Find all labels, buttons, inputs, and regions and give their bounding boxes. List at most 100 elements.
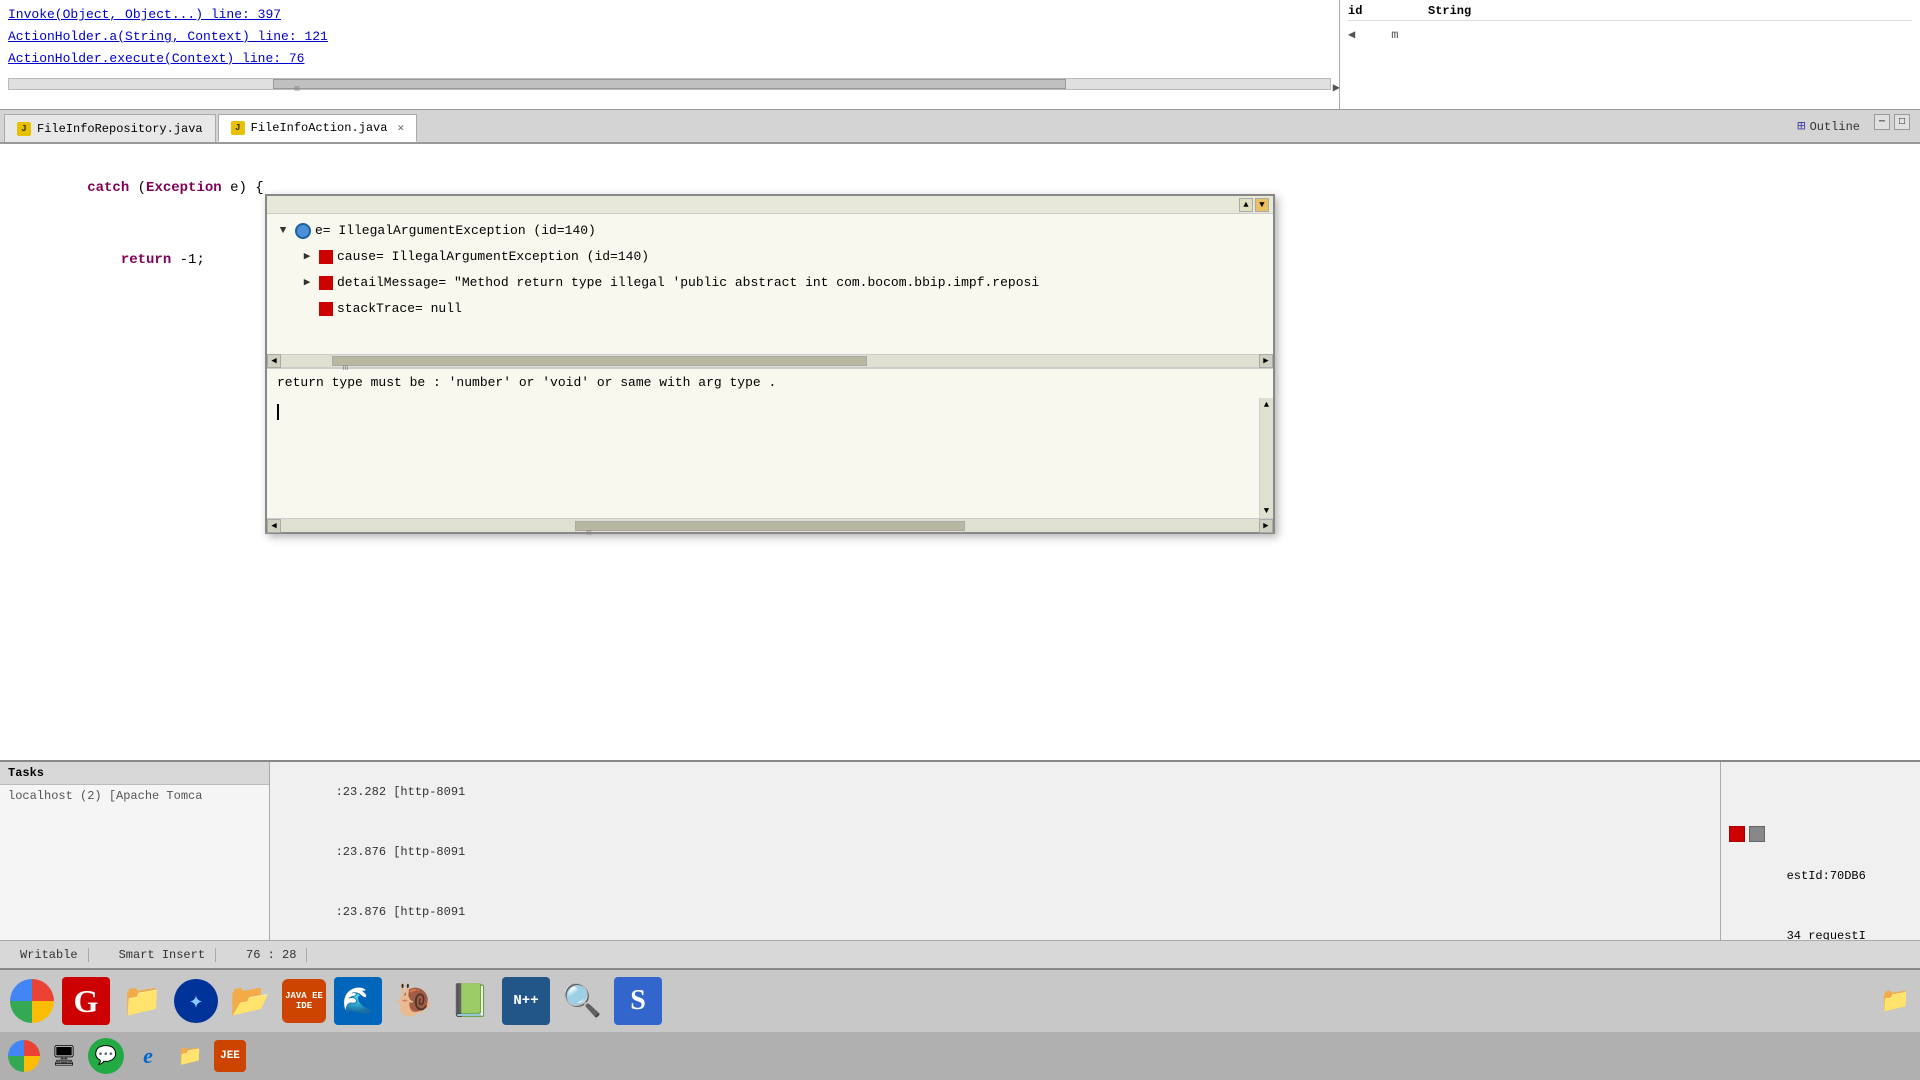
tab-close-btn[interactable]: ✕ bbox=[397, 121, 404, 135]
tab-label-fileinfore: FileInfoRepository.java bbox=[37, 122, 203, 136]
taskbar-icon-star[interactable]: ✦ bbox=[174, 979, 218, 1023]
ide-container: Invoke(Object, Object...) line: 397 Acti… bbox=[0, 0, 1920, 1080]
bottom-scroll-right[interactable]: ▶ bbox=[1259, 519, 1273, 533]
tab-label-fileinfoaction: FileInfoAction.java bbox=[251, 121, 388, 135]
tree-child-3-text: stackTrace= null bbox=[337, 296, 462, 322]
tree-scroll-label: m bbox=[343, 363, 348, 373]
tree-child-1-icon bbox=[319, 250, 333, 264]
popup-scroll-arrows: ▲ ▼ bbox=[1239, 198, 1269, 212]
top-area: Invoke(Object, Object...) line: 397 Acti… bbox=[0, 0, 1920, 110]
taskbar2-icon-ie[interactable]: e bbox=[130, 1038, 166, 1074]
stack-trace-scrollbar-thumb: m bbox=[273, 79, 1066, 89]
tasks-panel: Tasks localhost (2) [Apache Tomca bbox=[0, 762, 270, 940]
console-line-3-text: :23.876 [http-8091 bbox=[336, 905, 466, 919]
status-writable: Writable bbox=[10, 948, 89, 962]
taskbar2-icon-folder[interactable]: 📁 bbox=[172, 1038, 208, 1074]
right-scroll-up[interactable]: ▲ bbox=[1264, 400, 1269, 410]
tab-icon-fileinfore: J bbox=[17, 122, 31, 136]
tree-scroll-left[interactable]: ◀ bbox=[267, 354, 281, 368]
bottom-scroll-label: m bbox=[586, 528, 591, 538]
scroll-arrow-right[interactable]: ▶ bbox=[1333, 80, 1340, 95]
taskbar-icon-folder[interactable]: 📁 bbox=[118, 977, 166, 1025]
taskbar2: 🖥 💬 e 📁 JEE bbox=[0, 1032, 1920, 1080]
tree-scroll-track: m bbox=[283, 356, 1257, 366]
tree-root-expand[interactable]: ▼ bbox=[275, 223, 291, 239]
console-right-text-1: estId:70DB6 bbox=[1787, 869, 1866, 883]
stack-trace-line-2[interactable]: ActionHolder.a(String, Context) line: 12… bbox=[8, 26, 1331, 48]
error-message-area: return type must be : 'number' or 'void'… bbox=[267, 368, 1273, 398]
minimize-btn[interactable]: ─ bbox=[1874, 114, 1890, 130]
stack-trace-scrollbar[interactable]: m bbox=[8, 78, 1331, 90]
taskbar-icon-snail[interactable]: 🐌 bbox=[390, 977, 438, 1025]
debug-popup: ▲ ▼ ▼ e= IllegalArgumentException (id=14… bbox=[265, 194, 1275, 534]
tree-scroll-right[interactable]: ▶ bbox=[1259, 354, 1273, 368]
taskbar-icon-notepadpp[interactable]: N++ bbox=[502, 977, 550, 1025]
console-panel: :23.282 [http-8091 :23.876 [http-8091 :2… bbox=[270, 762, 1720, 940]
taskbar-icon-s[interactable]: S bbox=[614, 977, 662, 1025]
scrollbar-label: m bbox=[294, 84, 299, 94]
java-ee-ide-label: IDE bbox=[296, 1001, 312, 1011]
tree-child-2-text: detailMessage= "Method return type illeg… bbox=[337, 270, 1039, 296]
taskbar2-icon-explorer[interactable]: 🖥 bbox=[46, 1038, 82, 1074]
tasks-server: localhost (2) [Apache Tomca bbox=[0, 785, 269, 807]
bottom-scroll-track: m bbox=[283, 521, 1257, 531]
var-col-id-header: id bbox=[1348, 4, 1428, 18]
popup-right-scrollbar[interactable]: ▲ ▼ bbox=[1259, 398, 1273, 518]
outline-icon: ⊞ bbox=[1797, 118, 1805, 135]
tab-fileinfoaction[interactable]: J FileInfoAction.java ✕ bbox=[218, 114, 417, 142]
keyword-catch: catch bbox=[87, 180, 129, 196]
taskbar2-icon-chrome[interactable] bbox=[8, 1040, 40, 1072]
tree-root-icon bbox=[295, 223, 311, 239]
taskbar-icon-java-ee[interactable]: JAVA EE IDE bbox=[282, 979, 326, 1023]
popup-scroll-up[interactable]: ▲ bbox=[1239, 198, 1253, 212]
tree-scroll-thumb: m bbox=[332, 356, 868, 366]
restore-btn[interactable]: □ bbox=[1894, 114, 1910, 130]
taskbar2-icon-java[interactable]: JEE bbox=[214, 1040, 246, 1072]
taskbar-icon-filemanager[interactable]: 📂 bbox=[226, 977, 274, 1025]
console-right-2: 34 requestI bbox=[1729, 906, 1912, 940]
close-btn-1[interactable] bbox=[1729, 826, 1745, 842]
console-right-text-2: 34 requestI bbox=[1787, 929, 1866, 940]
tree-scrollbar-h[interactable]: ◀ m ▶ bbox=[267, 354, 1273, 368]
status-bar: Writable Smart Insert 76 : 28 bbox=[0, 940, 1920, 968]
tree-child-1-expand[interactable]: ▶ bbox=[299, 249, 315, 265]
outline-panel-label: ⊞ Outline bbox=[1797, 118, 1860, 135]
taskbar-icon-db[interactable]: 🔍 bbox=[558, 977, 606, 1025]
tree-child-3: stackTrace= null bbox=[299, 296, 1265, 322]
console-line-2: :23.876 [http-8091 bbox=[270, 822, 1720, 882]
code-editor[interactable]: catch (Exception e) { return -1; ▲ ▼ ▼ bbox=[0, 144, 1920, 760]
console-line-1: :23.282 [http-8091 bbox=[270, 762, 1720, 822]
keyword-exception: Exception bbox=[146, 180, 222, 196]
error-message-text: return type must be : 'number' or 'void'… bbox=[277, 375, 776, 390]
outline-text: Outline bbox=[1810, 120, 1860, 134]
popup-bottom-scrollbar[interactable]: ◀ m ▶ bbox=[267, 518, 1273, 532]
close-btn-2[interactable] bbox=[1749, 826, 1765, 842]
tree-child-1: ▶ cause= IllegalArgumentException (id=14… bbox=[299, 244, 1265, 270]
tab-fileinfore[interactable]: J FileInfoRepository.java bbox=[4, 114, 216, 142]
taskbar-icon-g[interactable]: G bbox=[62, 977, 110, 1025]
taskbar2-icon-chat[interactable]: 💬 bbox=[88, 1038, 124, 1074]
stack-trace-line-3[interactable]: ActionHolder.execute(Context) line: 76 bbox=[8, 48, 1331, 70]
tab-icon-fileinfoaction: J bbox=[231, 121, 245, 135]
console-right-panel: estId:70DB6 34 requestI 34 requestI bbox=[1720, 762, 1920, 940]
tree-root-row: ▼ e= IllegalArgumentException (id=140) bbox=[275, 218, 1265, 244]
right-scroll-down[interactable]: ▼ bbox=[1264, 506, 1269, 516]
bottom-scroll-left[interactable]: ◀ bbox=[267, 519, 281, 533]
popup-bottom-content[interactable]: ▲ ▼ bbox=[267, 398, 1273, 518]
tab-bar: J FileInfoRepository.java J FileInfoActi… bbox=[0, 110, 1920, 144]
taskbar-icon-green[interactable]: 📗 bbox=[446, 977, 494, 1025]
console-line-1-text: :23.282 [http-8091 bbox=[336, 785, 466, 799]
tasks-label: Tasks bbox=[8, 766, 44, 780]
console-line-2-text: :23.876 [http-8091 bbox=[336, 845, 466, 859]
console-line-3: :23.876 [http-8091 bbox=[270, 882, 1720, 940]
tree-child-2-expand[interactable]: ▶ bbox=[299, 275, 315, 291]
taskbar-icon-wave[interactable]: 🌊 bbox=[334, 977, 382, 1025]
stack-trace-line-1[interactable]: Invoke(Object, Object...) line: 397 bbox=[8, 4, 1331, 26]
taskbar: G 📁 ✦ 📂 JAVA EE IDE 🌊 🐌 📗 N++ 🔍 S 📁 bbox=[0, 968, 1920, 1032]
popup-scroll-down[interactable]: ▼ bbox=[1255, 198, 1269, 212]
debug-tree: ▼ e= IllegalArgumentException (id=140) ▶… bbox=[267, 214, 1273, 354]
taskbar-icon-chrome[interactable] bbox=[10, 979, 54, 1023]
var-col-str-header: String bbox=[1428, 4, 1912, 18]
taskbar-right-icon[interactable]: 📁 bbox=[1880, 986, 1910, 1016]
console-right-1: estId:70DB6 bbox=[1729, 766, 1912, 906]
